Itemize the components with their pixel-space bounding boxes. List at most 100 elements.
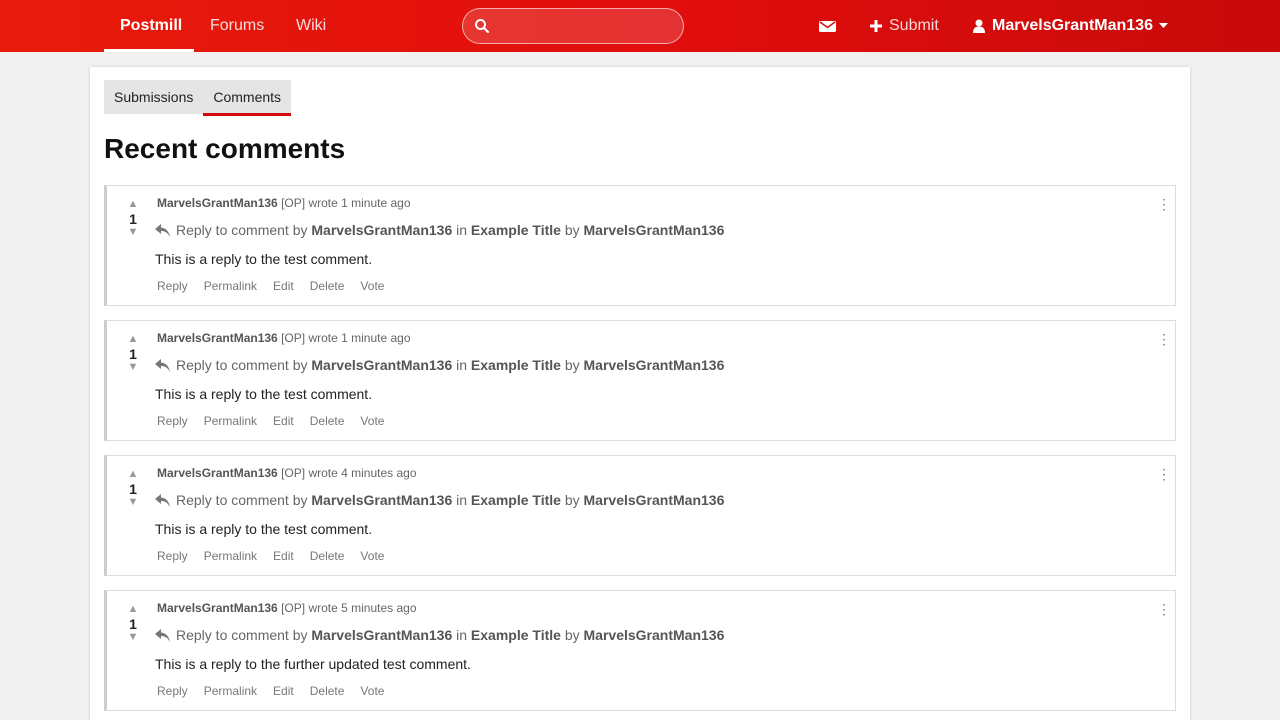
edit-button[interactable]: Edit — [273, 414, 294, 428]
reply-arrow-icon — [155, 628, 170, 642]
content-panel: Submissions Comments Recent comments ▲ 1… — [90, 67, 1190, 720]
comment-timestamp: wrote 1 minute ago — [308, 331, 411, 345]
downvote-icon[interactable]: ▼ — [125, 496, 141, 510]
more-options-icon[interactable]: ⋮ — [1157, 196, 1171, 212]
edit-button[interactable]: Edit — [273, 279, 294, 293]
envelope-icon — [819, 21, 836, 32]
op-tag: [OP] — [281, 196, 306, 210]
comment-meta: MarvelsGrantMan136 [OP] wrote 1 minute a… — [157, 196, 411, 210]
submission-title-link[interactable]: Example Title — [471, 492, 561, 508]
submitter-link[interactable]: MarvelsGrantMan136 — [584, 357, 725, 373]
reply-button[interactable]: Reply — [157, 549, 188, 563]
submitter-link[interactable]: MarvelsGrantMan136 — [584, 492, 725, 508]
more-options-icon[interactable]: ⋮ — [1157, 331, 1171, 347]
edit-button[interactable]: Edit — [273, 684, 294, 698]
messages-link[interactable] — [819, 0, 836, 52]
reply-arrow-icon — [155, 223, 170, 237]
delete-button[interactable]: Delete — [310, 549, 345, 563]
comment-author-link[interactable]: MarvelsGrantMan136 — [157, 601, 278, 615]
comment-body: This is a reply to the test comment. — [155, 386, 373, 402]
parent-author-link[interactable]: MarvelsGrantMan136 — [311, 357, 452, 373]
vote-control: ▲ 1 ▼ — [125, 603, 141, 645]
comment-meta: MarvelsGrantMan136 [OP] wrote 5 minutes … — [157, 601, 417, 615]
permalink-button[interactable]: Permalink — [204, 684, 257, 698]
vote-button[interactable]: Vote — [360, 684, 384, 698]
reply-prefix: Reply to comment by — [176, 627, 308, 643]
op-tag: [OP] — [281, 331, 306, 345]
submitter-link[interactable]: MarvelsGrantMan136 — [584, 627, 725, 643]
upvote-icon[interactable]: ▲ — [125, 603, 141, 617]
page-title: Recent comments — [104, 133, 346, 164]
vote-button[interactable]: Vote — [360, 279, 384, 293]
nav-forums[interactable]: Forums — [210, 0, 264, 52]
comment-author-link[interactable]: MarvelsGrantMan136 — [157, 466, 278, 480]
comment-card: ▲ 1 ▼ MarvelsGrantMan136 [OP] wrote 5 mi… — [104, 590, 1176, 711]
upvote-icon[interactable]: ▲ — [125, 333, 141, 347]
reply-button[interactable]: Reply — [157, 279, 188, 293]
reply-arrow-icon — [155, 358, 170, 372]
nav-wiki[interactable]: Wiki — [296, 0, 326, 52]
op-tag: [OP] — [281, 601, 306, 615]
permalink-button[interactable]: Permalink — [204, 414, 257, 428]
reply-prefix: Reply to comment by — [176, 222, 308, 238]
parent-author-link[interactable]: MarvelsGrantMan136 — [311, 222, 452, 238]
upvote-icon[interactable]: ▲ — [125, 198, 141, 212]
comment-timestamp: wrote 1 minute ago — [308, 196, 411, 210]
tab-submissions[interactable]: Submissions — [104, 80, 204, 114]
reply-button[interactable]: Reply — [157, 684, 188, 698]
reply-context: Reply to comment by MarvelsGrantMan136 i… — [155, 222, 724, 238]
by-word: by — [564, 627, 580, 643]
reply-button[interactable]: Reply — [157, 414, 188, 428]
by-word: by — [564, 357, 580, 373]
downvote-icon[interactable]: ▼ — [125, 361, 141, 375]
more-options-icon[interactable]: ⋮ — [1157, 466, 1171, 482]
permalink-button[interactable]: Permalink — [204, 549, 257, 563]
comment-score: 1 — [129, 616, 137, 632]
submitter-link[interactable]: MarvelsGrantMan136 — [584, 222, 725, 238]
comment-card: ▲ 1 ▼ MarvelsGrantMan136 [OP] wrote 4 mi… — [104, 455, 1176, 576]
in-word: in — [456, 222, 468, 238]
edit-button[interactable]: Edit — [273, 549, 294, 563]
downvote-icon[interactable]: ▼ — [125, 631, 141, 645]
reply-arrow-icon — [155, 493, 170, 507]
submission-title-link[interactable]: Example Title — [471, 222, 561, 238]
delete-button[interactable]: Delete — [310, 414, 345, 428]
caret-down-icon — [1158, 23, 1168, 28]
parent-author-link[interactable]: MarvelsGrantMan136 — [311, 627, 452, 643]
comment-score: 1 — [129, 481, 137, 497]
submission-title-link[interactable]: Example Title — [471, 627, 561, 643]
search-box — [462, 8, 684, 44]
user-tabs: Submissions Comments — [104, 80, 292, 116]
delete-button[interactable]: Delete — [310, 279, 345, 293]
user-menu[interactable]: MarvelsGrantMan136 — [973, 0, 1168, 52]
comment-card: ▲ 1 ▼ MarvelsGrantMan136 [OP] wrote 1 mi… — [104, 185, 1176, 306]
search-input[interactable] — [499, 9, 675, 43]
comment-meta: MarvelsGrantMan136 [OP] wrote 4 minutes … — [157, 466, 417, 480]
permalink-button[interactable]: Permalink — [204, 279, 257, 293]
comment-actions: Reply Permalink Edit Delete Vote — [157, 279, 384, 293]
comment-body: This is a reply to the test comment. — [155, 521, 373, 537]
reply-context: Reply to comment by MarvelsGrantMan136 i… — [155, 627, 724, 643]
reply-context: Reply to comment by MarvelsGrantMan136 i… — [155, 492, 724, 508]
vote-button[interactable]: Vote — [360, 414, 384, 428]
comment-score: 1 — [129, 211, 137, 227]
submit-label: Submit — [889, 17, 939, 34]
comment-author-link[interactable]: MarvelsGrantMan136 — [157, 331, 278, 345]
search-icon — [475, 19, 490, 34]
downvote-icon[interactable]: ▼ — [125, 226, 141, 240]
parent-author-link[interactable]: MarvelsGrantMan136 — [311, 492, 452, 508]
vote-control: ▲ 1 ▼ — [125, 198, 141, 240]
comment-author-link[interactable]: MarvelsGrantMan136 — [157, 196, 278, 210]
submit-link[interactable]: Submit — [870, 0, 939, 52]
comment-score: 1 — [129, 346, 137, 362]
user-icon — [973, 19, 985, 33]
upvote-icon[interactable]: ▲ — [125, 468, 141, 482]
by-word: by — [564, 492, 580, 508]
nav-brand-postmill[interactable]: Postmill — [120, 0, 182, 52]
delete-button[interactable]: Delete — [310, 684, 345, 698]
vote-control: ▲ 1 ▼ — [125, 468, 141, 510]
submission-title-link[interactable]: Example Title — [471, 357, 561, 373]
tab-comments[interactable]: Comments — [203, 80, 292, 116]
vote-button[interactable]: Vote — [360, 549, 384, 563]
more-options-icon[interactable]: ⋮ — [1157, 601, 1171, 617]
